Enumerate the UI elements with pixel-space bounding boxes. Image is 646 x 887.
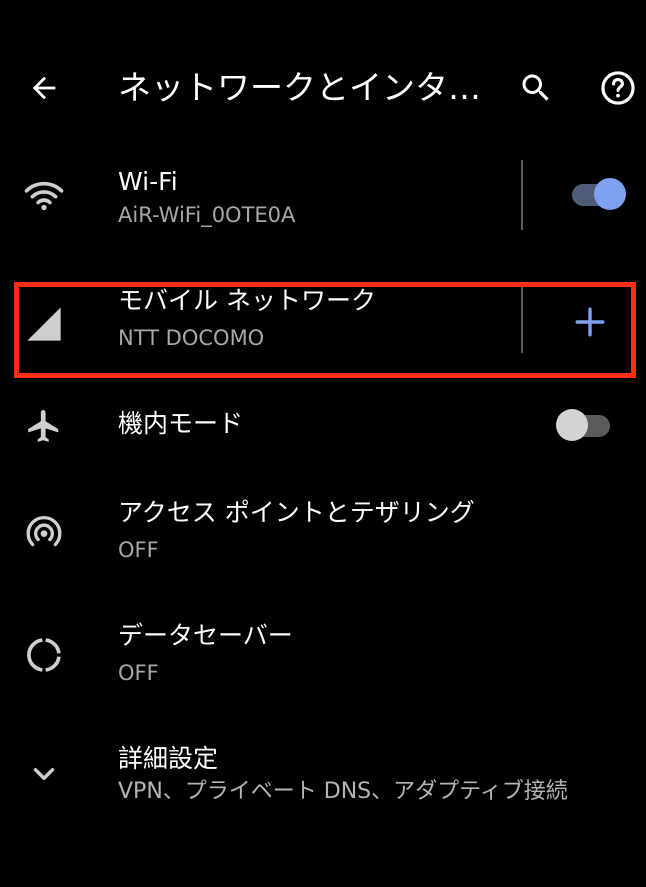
data-saver-status: OFF <box>118 661 159 685</box>
toggle-thumb <box>556 409 588 441</box>
hotspot-tethering-row[interactable]: アクセス ポイントとテザリング OFF <box>0 494 646 574</box>
app-bar: ネットワークとインタ… <box>0 0 646 175</box>
wifi-toggle[interactable] <box>570 174 626 214</box>
wifi-setting-row[interactable]: Wi-Fi AiR-WiFi_0OTE0A <box>0 155 646 235</box>
airplane-icon <box>20 402 68 450</box>
airplane-mode-title: 機内モード <box>118 409 244 438</box>
hotspot-status: OFF <box>118 538 159 562</box>
hotspot-icon <box>20 508 68 556</box>
wifi-title: Wi-Fi <box>118 167 178 196</box>
airplane-mode-toggle[interactable] <box>556 405 612 445</box>
highlight-box <box>14 282 636 378</box>
chevron-down-icon <box>20 750 68 798</box>
hotspot-title: アクセス ポイントとテザリング <box>118 498 475 527</box>
airplane-mode-row[interactable]: 機内モード <box>0 400 646 455</box>
data-saver-icon <box>20 631 68 679</box>
page-title: ネットワークとインタ… <box>118 68 481 107</box>
advanced-settings-summary: VPN、プライベート DNS、アダプティブ接続 <box>118 779 568 804</box>
divider <box>521 160 523 230</box>
arrow-back-icon <box>32 76 56 100</box>
advanced-settings-row[interactable]: 詳細設定 VPN、プライベート DNS、アダプティブ接続 <box>0 740 646 820</box>
wifi-icon <box>20 171 68 219</box>
help-circle-icon <box>601 71 635 105</box>
wifi-network-name: AiR-WiFi_0OTE0A <box>118 203 296 227</box>
data-saver-row[interactable]: データセーバー OFF <box>0 617 646 697</box>
toggle-thumb <box>594 178 626 210</box>
back-button[interactable] <box>18 62 70 114</box>
help-button[interactable] <box>592 62 644 114</box>
data-saver-title: データセーバー <box>118 621 293 650</box>
advanced-settings-title: 詳細設定 <box>118 744 219 773</box>
search-button[interactable] <box>510 62 562 114</box>
search-icon <box>522 74 549 101</box>
